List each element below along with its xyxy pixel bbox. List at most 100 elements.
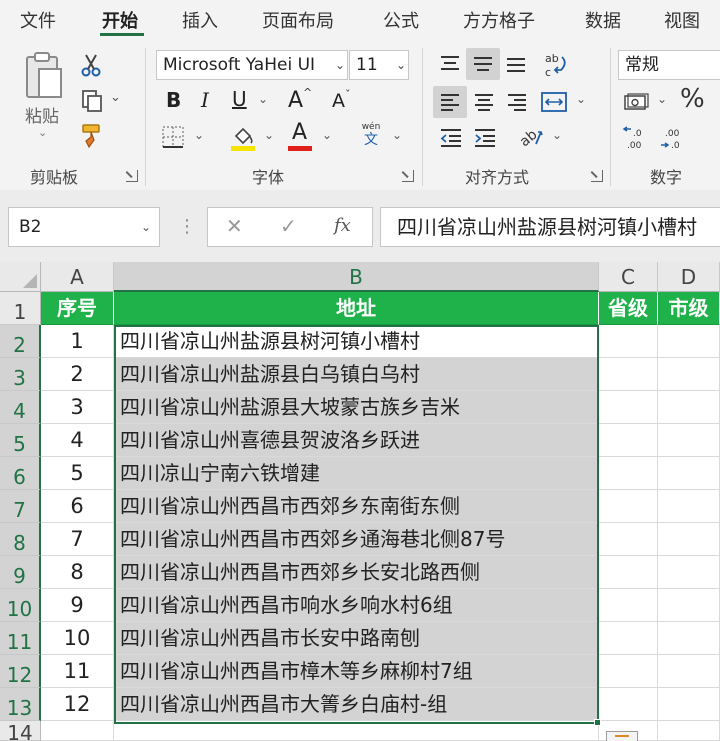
- merge-center-icon[interactable]: [538, 86, 570, 118]
- copy-dropdown-icon[interactable]: ⌄: [110, 90, 121, 105]
- header-cell-city[interactable]: 市级: [658, 292, 720, 325]
- cell-province[interactable]: [599, 358, 658, 391]
- column-header-d[interactable]: D: [658, 262, 720, 292]
- cell-city[interactable]: [658, 523, 720, 556]
- row-header[interactable]: 7: [0, 490, 41, 523]
- row-header[interactable]: 10: [0, 589, 41, 622]
- cell-city[interactable]: [658, 325, 720, 358]
- align-top-icon[interactable]: [436, 50, 464, 78]
- row-header[interactable]: 2: [0, 325, 41, 358]
- font-launcher-icon[interactable]: [402, 170, 414, 182]
- cell-address[interactable]: 四川省凉山州西昌市长安中路南刨: [114, 622, 599, 655]
- cell-address[interactable]: 四川省凉山州盐源县白乌镇白乌村: [114, 358, 599, 391]
- cut-icon[interactable]: [78, 52, 104, 78]
- fill-handle[interactable]: [594, 719, 601, 726]
- accounting-format-icon[interactable]: [620, 88, 654, 116]
- header-cell-province[interactable]: 省级: [599, 292, 658, 325]
- cell-no[interactable]: 10: [41, 622, 114, 655]
- row-header[interactable]: 9: [0, 556, 41, 589]
- align-bottom-icon[interactable]: [502, 50, 530, 78]
- cell-address[interactable]: 四川省凉山州西昌市大箐乡白庙村-组: [114, 688, 599, 721]
- borders-icon[interactable]: [160, 124, 186, 150]
- align-middle-icon[interactable]: [466, 48, 500, 80]
- font-size-select[interactable]: 11 ⌄: [349, 50, 409, 80]
- borders-dropdown-icon[interactable]: ⌄: [194, 128, 204, 142]
- italic-button[interactable]: I: [201, 88, 209, 112]
- cell-city[interactable]: [658, 358, 720, 391]
- cell-no[interactable]: 1: [41, 325, 114, 358]
- cell-province[interactable]: [599, 325, 658, 358]
- align-center-icon[interactable]: [469, 86, 499, 118]
- name-box[interactable]: B2 ⌄: [8, 207, 160, 247]
- cell-no[interactable]: [41, 721, 114, 741]
- cell-address[interactable]: 四川省凉山州盐源县树河镇小槽村: [114, 325, 599, 358]
- merge-dropdown-icon[interactable]: ⌄: [576, 92, 586, 106]
- header-cell-address[interactable]: 地址: [114, 292, 599, 325]
- header-cell-no[interactable]: 序号: [41, 292, 114, 325]
- column-header-a[interactable]: A: [41, 262, 114, 292]
- row-header[interactable]: 11: [0, 622, 41, 655]
- row-header[interactable]: 8: [0, 523, 41, 556]
- cell-province[interactable]: [599, 523, 658, 556]
- row-header[interactable]: 3: [0, 358, 41, 391]
- column-header-c[interactable]: C: [599, 262, 658, 292]
- cell-city[interactable]: [658, 622, 720, 655]
- row-header[interactable]: 5: [0, 424, 41, 457]
- cell-city[interactable]: [658, 721, 720, 741]
- phonetic-dropdown-icon[interactable]: ⌄: [392, 128, 402, 142]
- orientation-icon[interactable]: ab: [514, 122, 546, 152]
- cell-province[interactable]: [599, 457, 658, 490]
- tab-fangfang[interactable]: 方方格子: [463, 7, 535, 33]
- shrink-font-button[interactable]: Aˇ: [332, 88, 360, 118]
- tab-file[interactable]: 文件: [20, 7, 56, 33]
- cell-address[interactable]: 四川凉山宁南六铁增建: [114, 457, 599, 490]
- cell-province[interactable]: [599, 688, 658, 721]
- font-color-dropdown-icon[interactable]: ⌄: [322, 128, 332, 142]
- cell-no[interactable]: 12: [41, 688, 114, 721]
- cell-no[interactable]: 2: [41, 358, 114, 391]
- tab-data[interactable]: 数据: [585, 7, 621, 33]
- tab-page-layout[interactable]: 页面布局: [262, 7, 334, 33]
- increase-indent-icon[interactable]: [470, 124, 500, 152]
- tab-insert[interactable]: 插入: [182, 7, 218, 33]
- cell-city[interactable]: [658, 391, 720, 424]
- cell-no[interactable]: 6: [41, 490, 114, 523]
- cell-address[interactable]: 四川省凉山州西昌市西郊乡长安北路西侧: [114, 556, 599, 589]
- fill-color-dropdown-icon[interactable]: ⌄: [264, 128, 274, 142]
- font-color-button[interactable]: A: [288, 120, 314, 152]
- cell-address[interactable]: 四川省凉山州喜德县贺波洛乡跃进: [114, 424, 599, 457]
- select-all-button[interactable]: [0, 262, 41, 292]
- cell-province[interactable]: [599, 589, 658, 622]
- format-painter-icon[interactable]: [78, 122, 106, 150]
- grow-font-button[interactable]: A ^: [288, 86, 316, 116]
- align-left-icon[interactable]: [433, 86, 467, 118]
- row-header[interactable]: 13: [0, 688, 41, 721]
- cell-no[interactable]: 7: [41, 523, 114, 556]
- row-header[interactable]: 1: [0, 292, 41, 325]
- cell-city[interactable]: [658, 688, 720, 721]
- column-header-b[interactable]: B: [114, 262, 599, 292]
- cell-city[interactable]: [658, 655, 720, 688]
- cell-city[interactable]: [658, 556, 720, 589]
- copy-icon[interactable]: [78, 88, 106, 114]
- orientation-dropdown-icon[interactable]: ⌄: [552, 128, 562, 142]
- cell-city[interactable]: [658, 589, 720, 622]
- wrap-text-icon[interactable]: ab c: [540, 50, 572, 80]
- cancel-entry-icon[interactable]: ✕: [226, 214, 243, 238]
- cell-city[interactable]: [658, 490, 720, 523]
- row-header[interactable]: 12: [0, 655, 41, 688]
- cell-no[interactable]: 5: [41, 457, 114, 490]
- cell-city[interactable]: [658, 424, 720, 457]
- fill-color-icon[interactable]: [228, 122, 258, 154]
- cell-no[interactable]: 11: [41, 655, 114, 688]
- decrease-indent-icon[interactable]: [436, 124, 466, 152]
- bold-button[interactable]: B: [166, 88, 181, 112]
- cell-address[interactable]: 四川省凉山州西昌市樟木等乡麻柳村7组: [114, 655, 599, 688]
- accounting-dropdown-icon[interactable]: ⌄: [657, 92, 667, 106]
- cell-address[interactable]: 四川省凉山州西昌市西郊乡东南街东侧: [114, 490, 599, 523]
- confirm-entry-icon[interactable]: ✓: [280, 214, 297, 238]
- underline-dropdown-icon[interactable]: ⌄: [258, 92, 268, 106]
- row-header[interactable]: 4: [0, 391, 41, 424]
- cell-no[interactable]: 4: [41, 424, 114, 457]
- row-header[interactable]: 14: [0, 721, 41, 741]
